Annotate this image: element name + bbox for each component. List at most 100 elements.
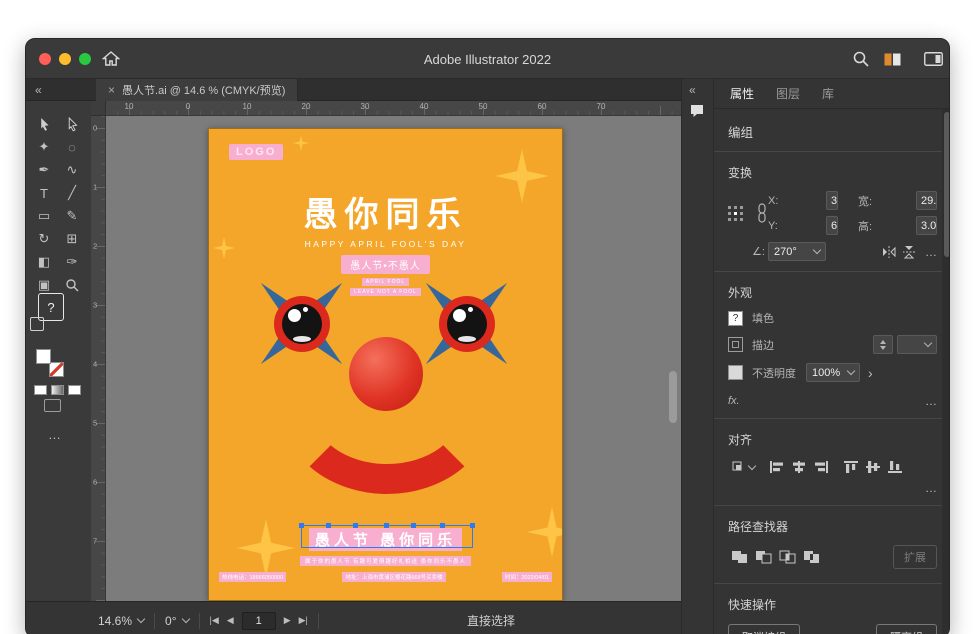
type-tool[interactable]: T xyxy=(31,182,57,204)
align-right-button[interactable] xyxy=(810,458,832,476)
stroke-weight-select[interactable] xyxy=(897,335,937,354)
eyedropper-tool[interactable]: ✑ xyxy=(59,251,85,273)
ruler-left[interactable]: 0 1 2 3 4 5 6 7 xyxy=(91,116,106,601)
comments-panel-button[interactable] xyxy=(689,103,705,119)
artboard-number-input[interactable]: 1 xyxy=(242,612,276,630)
selection-handle[interactable] xyxy=(470,523,475,528)
paintbrush-tool[interactable]: ✎ xyxy=(59,205,85,227)
poster-slogan-sub[interactable]: 属于你的愚人节 有趣可爱萌趣好礼相送 愚你同乐不愚人 xyxy=(300,556,471,566)
line-segment-tool[interactable]: ╱ xyxy=(59,182,85,204)
pathfinder-exclude-button[interactable] xyxy=(800,548,824,566)
poster-tagline-2[interactable]: LEAVE NOT A FOOL xyxy=(350,288,421,296)
draw-mode-button[interactable] xyxy=(44,399,61,412)
clown-mouth[interactable] xyxy=(282,324,492,494)
expand-panel-chevrons[interactable]: « xyxy=(689,83,696,97)
zoom-select[interactable]: 14.6% xyxy=(98,614,144,628)
pathfinder-intersect-button[interactable] xyxy=(776,548,800,566)
tab-close-icon[interactable]: × xyxy=(108,83,115,97)
toolbar-more-button[interactable]: … xyxy=(48,427,61,442)
direct-selection-tool[interactable] xyxy=(59,113,85,135)
rotation-select[interactable]: 0° xyxy=(165,614,188,628)
artboard[interactable]: LOGO 愚你同乐 HAPPY APRIL FOOL'S DAY 愚人节•不愚人… xyxy=(208,128,563,601)
expand-button[interactable]: 扩展 xyxy=(893,545,937,569)
rotation-select[interactable]: 270° xyxy=(768,242,826,261)
selection-handle[interactable] xyxy=(384,523,389,528)
stroke-swatch[interactable] xyxy=(49,362,64,377)
align-left-button[interactable] xyxy=(766,458,788,476)
first-artboard-button[interactable]: |◀ xyxy=(210,615,219,626)
color-mode-gradient-button[interactable] xyxy=(51,385,64,395)
mesh-tool[interactable]: ⊞ xyxy=(59,228,85,250)
align-bottom-button[interactable] xyxy=(884,458,906,476)
selection-handle[interactable] xyxy=(440,523,445,528)
selection-box[interactable] xyxy=(301,525,473,548)
selection-handle[interactable] xyxy=(353,523,358,528)
pen-tool[interactable]: ✒ xyxy=(31,159,57,181)
transform-more-button[interactable]: … xyxy=(925,245,937,259)
stroke-weight-stepper[interactable] xyxy=(873,335,893,354)
align-to-button[interactable] xyxy=(728,458,758,476)
search-button[interactable] xyxy=(852,50,870,68)
next-artboard-button[interactable]: ▶ xyxy=(284,615,291,626)
align-middle-button[interactable] xyxy=(862,458,884,476)
workspace-switch-button[interactable] xyxy=(884,53,901,66)
canvas[interactable]: LOGO 愚你同乐 HAPPY APRIL FOOL'S DAY 愚人节•不愚人… xyxy=(106,116,681,601)
selection-handle[interactable] xyxy=(411,523,416,528)
opacity-options-button[interactable]: › xyxy=(868,365,873,381)
flip-horizontal-button[interactable] xyxy=(879,244,899,260)
align-more-button[interactable]: … xyxy=(925,481,937,495)
opacity-select[interactable]: 100% xyxy=(806,363,860,382)
previous-artboard-button[interactable]: ◀ xyxy=(227,615,234,626)
poster-subtitle[interactable]: HAPPY APRIL FOOL'S DAY xyxy=(209,239,562,249)
gradient-tool[interactable]: ◧ xyxy=(31,251,57,273)
fx-button[interactable]: fx. xyxy=(728,395,740,407)
selection-handle[interactable] xyxy=(299,523,304,528)
reference-point-locator[interactable] xyxy=(728,206,743,221)
poster-logo[interactable]: LOGO xyxy=(229,144,283,160)
selection-handle[interactable] xyxy=(326,523,331,528)
height-input[interactable]: 3.0854 cm xyxy=(916,216,937,235)
rotate-tool[interactable]: ↻ xyxy=(31,228,57,250)
align-top-button[interactable] xyxy=(840,458,862,476)
rectangle-tool[interactable]: ▭ xyxy=(31,205,57,227)
x-input[interactable]: 30.4919 xyxy=(826,191,838,210)
tab-libraries[interactable]: 库 xyxy=(822,85,834,102)
footer-phone[interactable]: 热线电话：18666050000 xyxy=(219,572,286,582)
align-center-button[interactable] xyxy=(788,458,810,476)
pathfinder-unite-button[interactable] xyxy=(728,548,752,566)
sparkle-shape[interactable] xyxy=(293,135,309,151)
screen-mode-button[interactable] xyxy=(924,52,943,66)
color-mode-none-button[interactable] xyxy=(68,385,81,395)
panel-scrollbar[interactable] xyxy=(942,109,950,634)
ruler-top[interactable]: 10 0 10 20 30 40 50 60 70 xyxy=(106,101,681,116)
appearance-more-button[interactable]: … xyxy=(925,394,937,408)
fill-color-swatch[interactable]: ? xyxy=(728,311,743,326)
color-mode-color-button[interactable] xyxy=(34,385,47,395)
panel-scrollbar-thumb[interactable] xyxy=(944,112,950,257)
tab-properties[interactable]: 属性 xyxy=(730,85,754,102)
document-tab[interactable]: × 愚人节.ai @ 14.6 % (CMYK/预览) xyxy=(96,79,298,101)
last-artboard-button[interactable]: ▶| xyxy=(299,615,308,626)
ruler-corner[interactable] xyxy=(91,101,106,116)
footer-address[interactable]: 地址：上海市黄浦区樱花路668号买卖楼 xyxy=(342,572,445,582)
stroke-color-swatch[interactable] xyxy=(728,337,743,352)
lasso-tool[interactable]: ◌ xyxy=(59,136,85,158)
poster-title[interactable]: 愚你同乐 xyxy=(209,187,562,236)
curvature-tool[interactable]: ∿ xyxy=(59,159,85,181)
footer-date[interactable]: 时间：2022/04/01 xyxy=(502,572,552,582)
fill-swatch[interactable] xyxy=(36,349,51,364)
pathfinder-minus-front-button[interactable] xyxy=(752,548,776,566)
width-input[interactable]: 29.2975 xyxy=(916,191,937,210)
poster-badge[interactable]: 愚人节•不愚人 xyxy=(341,255,430,274)
canvas-vertical-scrollbar[interactable] xyxy=(669,371,677,423)
selection-tool[interactable] xyxy=(31,113,57,135)
constrain-proportions-button[interactable] xyxy=(756,203,768,223)
collapse-toolbar-chevrons[interactable]: « xyxy=(35,83,42,97)
tab-layers[interactable]: 图层 xyxy=(776,85,800,102)
flip-vertical-button[interactable] xyxy=(899,244,919,260)
magic-wand-tool[interactable]: ✦ xyxy=(31,136,57,158)
poster-tagline-1[interactable]: APRIL FOOL xyxy=(362,278,409,286)
isolate-group-button[interactable]: 隔离组 xyxy=(876,624,937,634)
y-input[interactable]: 69.9535 xyxy=(826,216,838,235)
opacity-swatch[interactable] xyxy=(728,365,743,380)
